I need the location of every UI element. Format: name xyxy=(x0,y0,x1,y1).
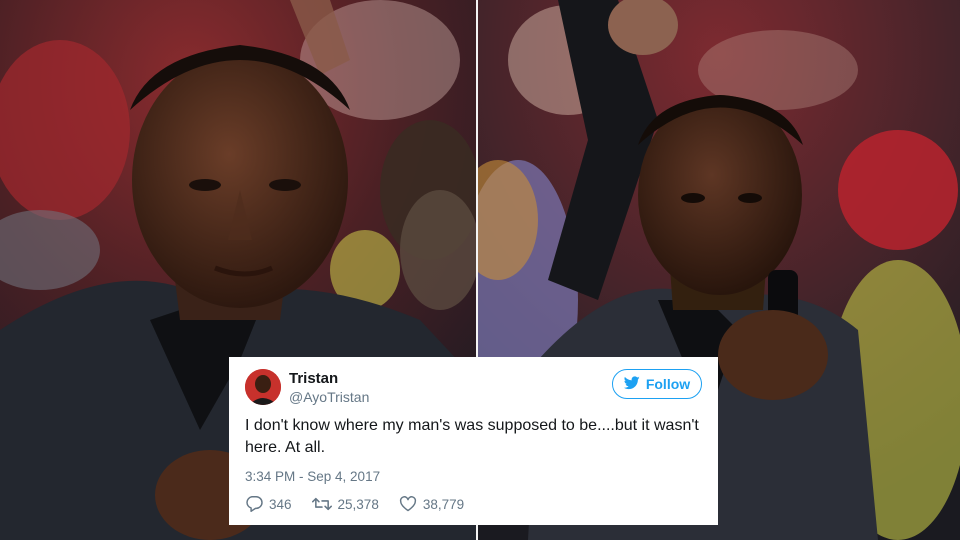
speech-bubble-icon xyxy=(245,496,263,512)
retweet-count: 25,378 xyxy=(337,496,379,512)
reply-action[interactable]: 346 xyxy=(245,496,292,512)
author-avatar[interactable] xyxy=(245,369,281,405)
tweet-actions: 346 25,378 38,779 xyxy=(245,496,702,512)
tweet-timestamp[interactable]: 3:34 PM - Sep 4, 2017 xyxy=(245,469,702,484)
retweet-icon xyxy=(311,496,332,512)
retweet-action[interactable]: 25,378 xyxy=(311,496,379,512)
like-action[interactable]: 38,779 xyxy=(399,496,464,512)
reply-count: 346 xyxy=(269,496,292,512)
author-info: Tristan @AyoTristan xyxy=(289,370,369,406)
follow-label: Follow xyxy=(645,376,691,392)
like-count: 38,779 xyxy=(422,496,465,512)
tweet-card: Tristan @AyoTristan Follow I don't know … xyxy=(229,357,718,525)
follow-button[interactable]: Follow xyxy=(612,369,702,399)
tweet-header: Tristan @AyoTristan Follow xyxy=(245,369,702,413)
author-name[interactable]: Tristan xyxy=(289,370,369,388)
tweet-text: I don't know where my man's was supposed… xyxy=(245,417,699,456)
author-handle[interactable]: @AyoTristan xyxy=(289,388,369,406)
bird-icon xyxy=(623,375,640,393)
heart-icon xyxy=(399,496,417,512)
